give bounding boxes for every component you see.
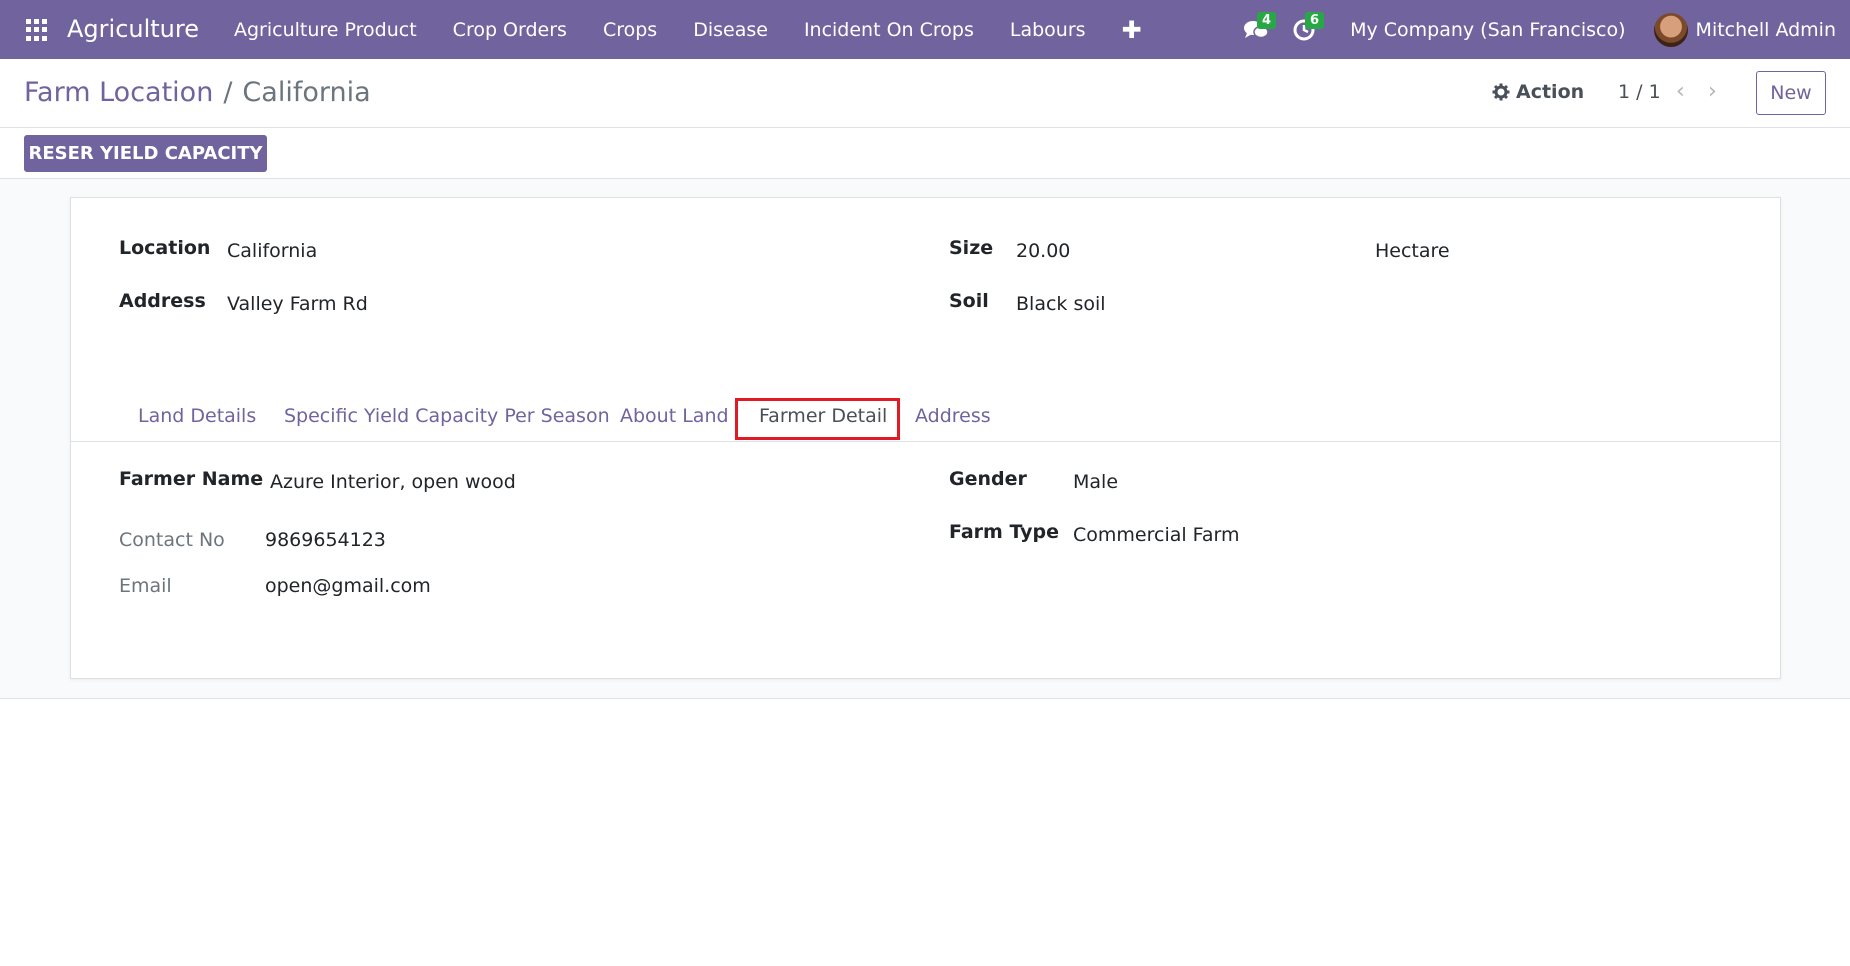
location-field[interactable]: California	[227, 240, 317, 262]
activities-button[interactable]: 6	[1280, 0, 1328, 59]
tab-specific-yield-capacity[interactable]: Specific Yield Capacity Per Season	[284, 405, 610, 427]
tab-about-land[interactable]: About Land	[620, 405, 729, 427]
action-button[interactable]: Action	[1492, 81, 1584, 103]
breadcrumb: Farm Location / California	[24, 77, 371, 108]
menu-incident-on-crops[interactable]: Incident On Crops	[786, 19, 992, 41]
gender-field[interactable]: Male	[1073, 471, 1118, 493]
farm-type-field[interactable]: Commercial Farm	[1073, 524, 1240, 546]
soil-label: Soil	[949, 290, 989, 312]
farm-type-label: Farm Type	[949, 521, 1060, 543]
menu-disease[interactable]: Disease	[675, 19, 786, 41]
gear-icon	[1492, 83, 1510, 101]
menu-labours[interactable]: Labours	[992, 19, 1104, 41]
main-menu: Agriculture Product Crop Orders Crops Di…	[216, 0, 1160, 59]
reser-yield-capacity-button[interactable]: RESER YIELD CAPACITY	[24, 135, 267, 172]
activities-badge: 6	[1305, 12, 1325, 29]
pager-value[interactable]: 1 / 1	[1618, 81, 1661, 103]
menu-agriculture-product[interactable]: Agriculture Product	[216, 19, 435, 41]
pager-prev-icon[interactable]: ‹	[1676, 79, 1685, 104]
menu-crops[interactable]: Crops	[585, 19, 675, 41]
pager-next-icon[interactable]: ›	[1708, 79, 1717, 104]
form-sheet: Location California Address Valley Farm …	[70, 197, 1781, 679]
highlight-annotation	[735, 398, 900, 440]
form-view: Location California Address Valley Farm …	[0, 179, 1850, 699]
email-field[interactable]: open@gmail.com	[265, 575, 431, 597]
contact-no-field[interactable]: 9869654123	[265, 529, 386, 551]
apps-grid-icon[interactable]	[26, 19, 48, 41]
menu-crop-orders[interactable]: Crop Orders	[435, 19, 585, 41]
new-button[interactable]: New	[1756, 71, 1826, 115]
tab-address[interactable]: Address	[915, 405, 991, 427]
app-brand[interactable]: Agriculture	[67, 15, 199, 43]
soil-field[interactable]: Black soil	[1016, 293, 1106, 315]
systray: 4 6 My Company (San Francisco) Mitchell …	[1232, 0, 1850, 59]
breadcrumb-current: California	[242, 77, 371, 108]
top-navbar: Agriculture Agriculture Product Crop Ord…	[0, 0, 1850, 59]
contact-no-label: Contact No	[119, 529, 225, 551]
email-label: Email	[119, 575, 172, 597]
address-label: Address	[119, 290, 206, 312]
breadcrumb-separator: /	[223, 77, 233, 108]
gender-label: Gender	[949, 468, 1027, 490]
action-label: Action	[1516, 81, 1585, 103]
form-statusbar: RESER YIELD CAPACITY	[0, 128, 1850, 179]
user-name: Mitchell Admin	[1695, 18, 1836, 41]
notebook-tabs: Land Details Specific Yield Capacity Per…	[71, 395, 1780, 442]
messages-button[interactable]: 4	[1232, 0, 1280, 59]
size-field[interactable]: 20.00	[1016, 240, 1070, 262]
farmer-name-field[interactable]: Azure Interior, open wood	[270, 471, 516, 493]
size-label: Size	[949, 237, 994, 259]
size-unit-field[interactable]: Hectare	[1375, 240, 1450, 262]
tab-land-details[interactable]: Land Details	[138, 405, 256, 427]
user-menu[interactable]: Mitchell Admin	[1653, 12, 1850, 47]
company-switcher[interactable]: My Company (San Francisco)	[1328, 19, 1653, 41]
farmer-name-label: Farmer Name	[119, 468, 264, 490]
plus-icon[interactable]: ✚	[1104, 16, 1160, 44]
control-panel: Farm Location / California Action 1 / 1 ‹ …	[0, 59, 1850, 128]
messages-badge: 4	[1257, 12, 1277, 29]
breadcrumb-farm-location[interactable]: Farm Location	[24, 77, 213, 108]
address-field[interactable]: Valley Farm Rd	[227, 293, 368, 315]
location-label: Location	[119, 237, 211, 259]
avatar	[1653, 12, 1688, 47]
